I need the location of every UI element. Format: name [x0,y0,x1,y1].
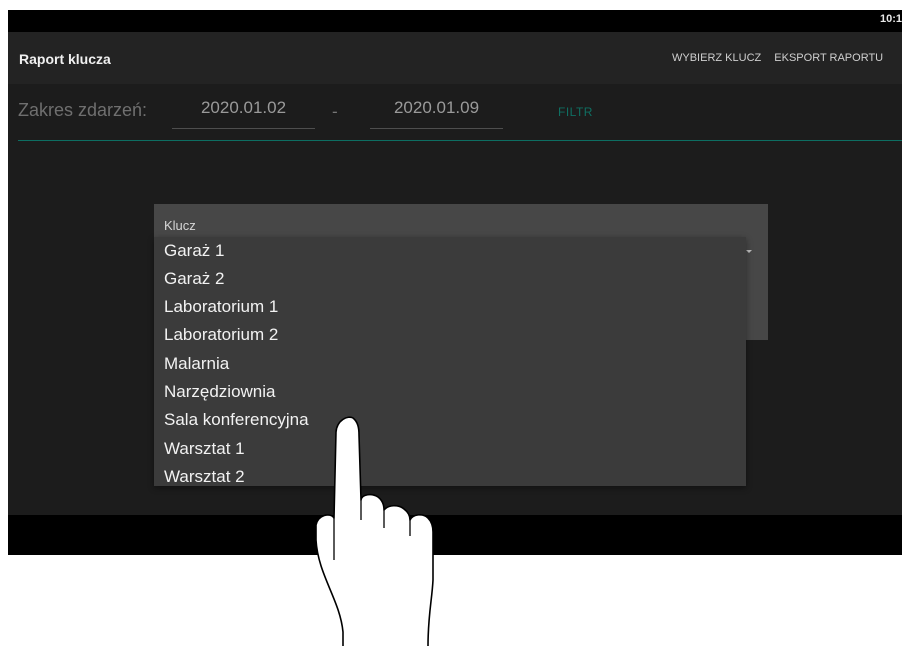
date-to-field[interactable]: 2020.01.09 [370,98,503,129]
key-label: Klucz [164,218,196,233]
date-separator: - [332,102,338,121]
navigation-bar [8,515,902,555]
export-report-action[interactable]: EKSPORT RAPORTU [774,52,883,64]
filter-button[interactable]: FILTR [558,105,593,119]
dropdown-option-narzedziownia[interactable]: Narzędziownia [164,382,276,402]
dropdown-option-laboratorium-1[interactable]: Laboratorium 1 [164,297,278,317]
status-time: 10:1 [879,13,902,25]
dropdown-arrow-icon[interactable] [746,250,752,253]
hand-pointer-icon [315,416,434,646]
accent-divider [18,140,902,141]
app-bar-actions: WYBIERZ KLUCZ EKSPORT RAPORTU [672,52,893,64]
dropdown-option-warsztat-1[interactable]: Warsztat 1 [164,439,245,459]
status-bar: 10:1 [8,10,902,32]
key-dropdown-list[interactable]: Garaż 1 Garaż 2 Laboratorium 1 Laborator… [154,237,746,486]
app-title: Raport klucza [19,51,111,67]
tablet-screen: 10:1 Raport klucza WYBIERZ KLUCZ EKSPORT… [8,10,902,555]
date-range-row: Zakres zdarzeń: 2020.01.02 - 2020.01.09 … [8,84,902,140]
dropdown-option-warsztat-2[interactable]: Warsztat 2 [164,467,245,486]
app-bar: Raport klucza WYBIERZ KLUCZ EKSPORT RAPO… [8,32,902,84]
dropdown-option-malarnia[interactable]: Malarnia [164,354,229,374]
dropdown-option-laboratorium-2[interactable]: Laboratorium 2 [164,325,278,345]
dropdown-option-sala-konferencyjna[interactable]: Sala konferencyjna [164,410,309,430]
dropdown-option-garaz-1[interactable]: Garaż 1 [164,241,224,261]
date-from-field[interactable]: 2020.01.02 [172,98,315,129]
select-key-action[interactable]: WYBIERZ KLUCZ [672,52,761,64]
dropdown-option-garaz-2[interactable]: Garaż 2 [164,269,224,289]
range-label: Zakres zdarzeń: [18,100,148,120]
